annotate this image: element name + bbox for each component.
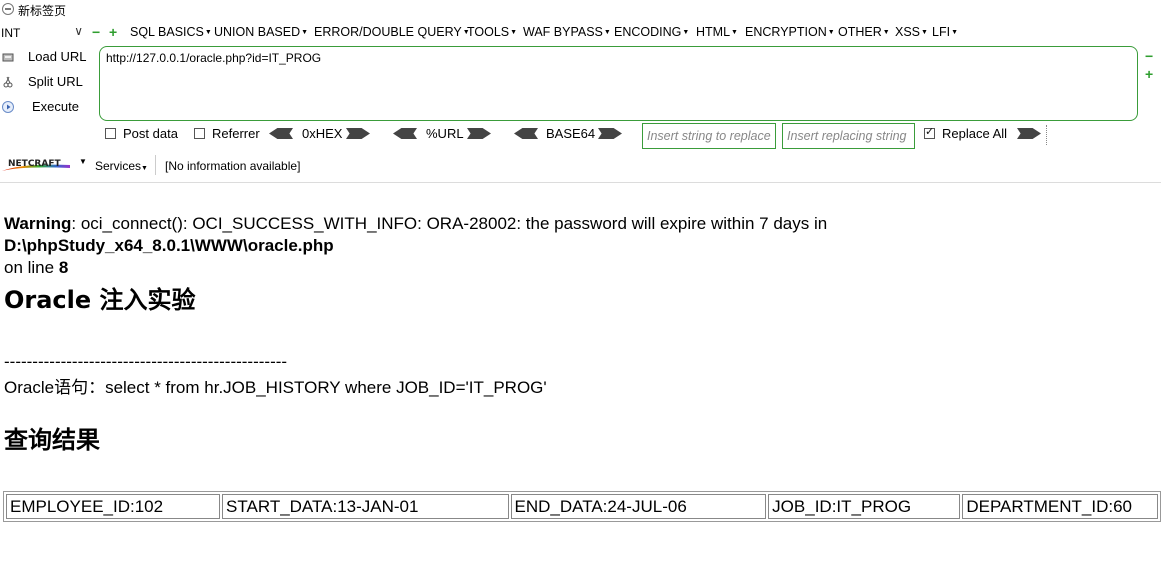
post-data-checkbox[interactable] <box>105 128 116 139</box>
menu-encoding[interactable]: ENCODING▼ <box>614 25 689 39</box>
hex-decode-arrow-icon[interactable] <box>269 128 293 139</box>
services-menu[interactable]: Services▼ <box>95 159 148 173</box>
url-text: http://127.0.0.1/oracle.php?id=IT_PROG <box>106 51 322 65</box>
warning-path: D:\phpStudy_x64_8.0.1\WWW\oracle.php <box>4 236 334 255</box>
url-decode-arrow-icon[interactable] <box>393 128 417 139</box>
options-row: Post data Referrer 0xHEX %URL BASE64 Ins… <box>0 123 1161 149</box>
base64-decode-arrow-icon[interactable] <box>514 128 538 139</box>
menu-label: ENCODING <box>614 25 682 39</box>
menu-other[interactable]: OTHER▼ <box>838 25 890 39</box>
minus-icon[interactable]: − <box>92 25 102 39</box>
tab-title[interactable]: 新标签页 <box>18 2 66 19</box>
int-select[interactable]: INT ∨ <box>0 24 86 42</box>
replace-all-label: Replace All <box>942 126 1008 141</box>
menu-label: TOOLS <box>467 25 510 39</box>
minus-icon[interactable]: − <box>1145 48 1153 64</box>
services-label: Services <box>95 159 142 173</box>
replace-all-checkbox[interactable] <box>924 125 935 139</box>
url-encoding-label: %URL <box>426 126 464 141</box>
hex-label: 0xHEX <box>302 126 343 141</box>
warning-line: 8 <box>58 258 69 277</box>
table-cell: DEPARTMENT_ID:60 <box>962 494 1158 519</box>
menu-union-based[interactable]: UNION BASED▼ <box>214 25 308 39</box>
result-title: 查询结果 <box>4 426 100 454</box>
base64-label: BASE64 <box>546 126 596 141</box>
plus-icon[interactable]: + <box>109 25 119 39</box>
menu-tools[interactable]: TOOLS▼ <box>467 25 517 39</box>
menu-label: XSS <box>895 25 921 39</box>
chevron-down-icon[interactable]: ▼ <box>79 157 87 166</box>
replace-back-arrow-icon[interactable] <box>1052 128 1076 139</box>
split-url-label: Split URL <box>28 74 83 89</box>
menu-encryption[interactable]: ENCRYPTION▼ <box>745 25 835 39</box>
php-warning: Warning: oci_connect(): OCI_SUCCESS_WITH… <box>4 213 1159 279</box>
netcraft-logo-text: NETCRAFT <box>8 159 61 169</box>
int-select-value: INT <box>1 26 21 40</box>
warning-online: on line <box>4 258 59 277</box>
menu-label: OTHER <box>838 25 882 39</box>
menu-label: UNION BASED <box>214 25 301 39</box>
load-url-icon <box>2 53 14 62</box>
divider <box>1046 125 1048 145</box>
table-cell: JOB_ID:IT_PROG <box>768 494 961 519</box>
table-row: EMPLOYEE_ID:102 START_DATA:13-JAN-01 END… <box>6 494 1158 519</box>
referrer-checkbox[interactable] <box>194 128 205 139</box>
separator-dashes: ----------------------------------------… <box>4 352 288 371</box>
menu-label: ERROR/DOUBLE QUERY <box>314 25 462 39</box>
replace-arrow-icon[interactable] <box>1017 128 1041 139</box>
sql-statement: Oracle语句：select * from hr.JOB_HISTORY wh… <box>4 378 547 397</box>
base64-encode-arrow-icon[interactable] <box>598 128 622 139</box>
page-title: Oracle 注入实验 <box>4 286 196 314</box>
scissors-icon <box>3 76 13 88</box>
menu-label: LFI <box>932 25 951 39</box>
post-data-label: Post data <box>123 126 178 141</box>
table-cell: END_DATA:24-JUL-06 <box>510 494 767 519</box>
tab-bar: 新标签页 <box>0 0 1161 20</box>
execute-label: Execute <box>32 99 79 114</box>
hackbar-toolbar: INT ∨ − + SQL BASICS▼ UNION BASED▼ ERROR… <box>0 20 1161 183</box>
menu-sql-basics[interactable]: SQL BASICS▼ <box>130 25 212 39</box>
menu-xss[interactable]: XSS▼ <box>895 25 928 39</box>
menu-html[interactable]: HTML▼ <box>696 25 738 39</box>
menu-lfi[interactable]: LFI▼ <box>932 25 958 39</box>
referrer-label: Referrer <box>212 126 260 141</box>
menu-error-double-query[interactable]: ERROR/DOUBLE QUERY▼ <box>314 25 470 39</box>
chevron-down-icon: ∨ <box>74 24 83 38</box>
url-encode-arrow-icon[interactable] <box>467 128 491 139</box>
menu-label: HTML <box>696 25 731 39</box>
replace-string-input[interactable]: Insert string to replace <box>642 123 776 149</box>
load-url-button[interactable]: Load URL <box>0 47 95 69</box>
netcraft-bar: NETCRAFT ▼ Services▼ [No information ava… <box>0 154 1161 176</box>
menu-label: SQL BASICS <box>130 25 204 39</box>
hex-encode-arrow-icon[interactable] <box>346 128 370 139</box>
netcraft-logo: NETCRAFT <box>2 159 70 171</box>
table-cell: EMPLOYEE_ID:102 <box>6 494 221 519</box>
warning-text: : oci_connect(): OCI_SUCCESS_WITH_INFO: … <box>71 214 828 233</box>
menu-label: ENCRYPTION <box>745 25 827 39</box>
result-table: EMPLOYEE_ID:102 START_DATA:13-JAN-01 END… <box>3 491 1161 522</box>
divider <box>155 155 156 175</box>
play-icon <box>2 101 14 113</box>
globe-icon <box>2 3 14 15</box>
menu-waf-bypass[interactable]: WAF BYPASS▼ <box>523 25 611 39</box>
netcraft-info: [No information available] <box>165 159 301 173</box>
plus-icon[interactable]: + <box>1145 66 1153 82</box>
split-url-button[interactable]: Split URL <box>0 72 95 94</box>
hackbar-menu-row: INT ∨ − + SQL BASICS▼ UNION BASED▼ ERROR… <box>0 23 1161 43</box>
load-url-label: Load URL <box>28 49 87 64</box>
warning-label: Warning <box>4 214 72 233</box>
table-cell: START_DATA:13-JAN-01 <box>222 494 509 519</box>
menu-label: WAF BYPASS <box>523 25 603 39</box>
replacing-string-input[interactable]: Insert replacing string <box>782 123 915 149</box>
execute-button[interactable]: Execute <box>0 97 95 119</box>
url-textarea[interactable]: http://127.0.0.1/oracle.php?id=IT_PROG <box>99 46 1138 121</box>
